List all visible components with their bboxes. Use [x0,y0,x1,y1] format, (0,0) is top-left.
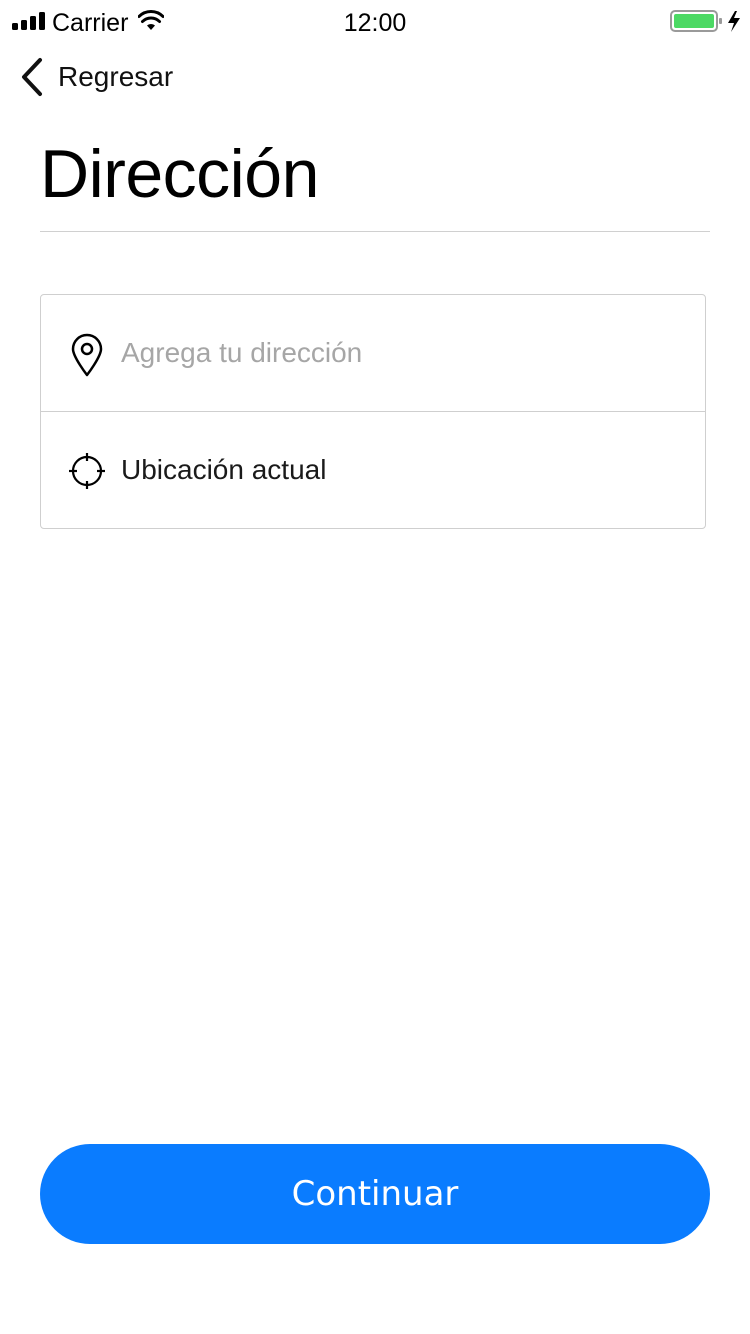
status-time: 12:00 [343,9,407,37]
battery-charging-icon [670,10,740,32]
continue-button[interactable]: Continuar [40,1144,710,1244]
back-label: Regresar [58,61,174,92]
address-card: Ubicación actual [40,294,706,529]
address-input[interactable] [121,321,681,385]
current-location-row[interactable]: Ubicación actual [41,412,705,528]
back-button[interactable]: Regresar [18,56,173,98]
page-title: Dirección [40,136,319,212]
chevron-left-icon [22,58,42,96]
status-bar: Carrier 12:00 [0,0,750,44]
current-location-label: Ubicación actual [121,454,327,485]
location-pin-icon [71,333,103,377]
address-row[interactable] [41,295,705,411]
crosshair-icon [69,453,105,489]
title-divider [40,231,710,232]
